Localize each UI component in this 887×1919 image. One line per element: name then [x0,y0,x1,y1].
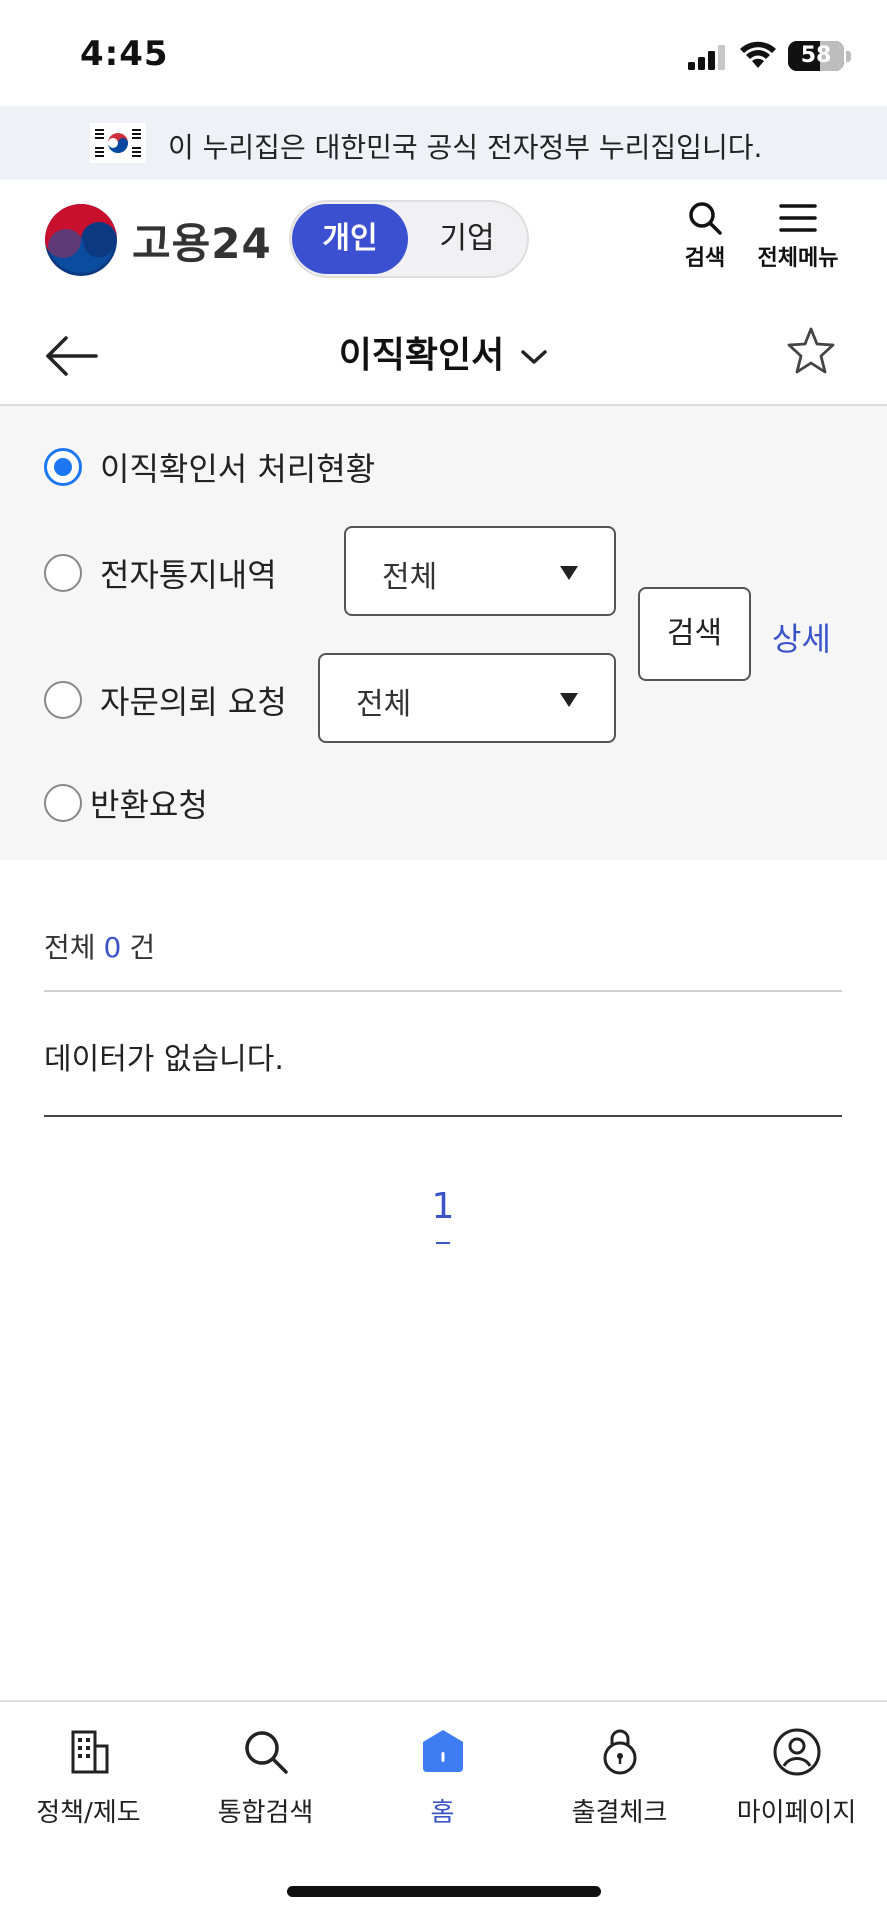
wifi-icon [740,41,776,68]
korean-flag-icon [90,123,146,163]
search-icon [689,202,722,235]
radio-processing-status-label[interactable]: 이직확인서 처리현황 [100,444,375,490]
lock-icon [603,1729,636,1775]
nav-item-mypage[interactable]: 마이페이지 [708,1716,885,1836]
star-icon[interactable] [786,326,836,376]
caret-down-icon [560,566,578,580]
battery-level: 58 [800,43,832,68]
nav-item-search[interactable]: 통합검색 [177,1716,354,1836]
radio-consult-request-label[interactable]: 자문의뢰 요청 [100,677,287,723]
nav-item-policy[interactable]: 정책/제도 [0,1716,177,1836]
search-icon [244,1731,288,1774]
filter-search-button[interactable]: 검색 [638,587,751,681]
header-menu-label: 전체메뉴 [757,246,839,271]
radio-return-request[interactable] [44,784,82,822]
government-emblem-icon[interactable] [44,203,118,277]
result-count-prefix: 전체 [44,931,96,964]
home-icon [422,1730,463,1772]
result-count-number: 0 [103,931,122,964]
site-logo[interactable]: 고용24 [132,210,272,271]
notice-filter-select[interactable]: 전체 [344,526,616,616]
nav-item-attendance[interactable]: 출결체크 [531,1716,708,1836]
cellular-signal-icon [688,45,725,70]
header-menu-button[interactable]: 전체메뉴 [748,200,848,282]
chevron-down-icon [521,350,548,364]
nav-label-attendance: 출결체크 [571,1798,668,1828]
toggle-individual[interactable]: 개인 [292,204,408,274]
radio-electronic-notice[interactable] [44,554,82,592]
result-count: 전체 0 건 [44,926,155,966]
page-title-text: 이직확인서 [338,335,505,376]
home-indicator [287,1886,601,1897]
radio-processing-status[interactable] [44,448,82,486]
radio-consult-request[interactable] [44,681,82,719]
consult-filter-select[interactable]: 전체 [318,653,616,743]
battery-icon: 58 [788,41,844,71]
radio-electronic-notice-label[interactable]: 전자통지내역 [100,550,277,596]
radio-return-request-label[interactable]: 반환요청 [90,780,208,826]
list-bottom-divider [44,1115,842,1117]
header-search-button[interactable]: 검색 [672,200,738,282]
empty-message: 데이터가 없습니다. [44,1042,284,1077]
pagination-page-1[interactable]: 1 [428,1186,458,1227]
battery-cap [846,51,851,62]
building-icon [71,1730,108,1774]
nav-label-search: 통합검색 [217,1798,314,1828]
user-icon [773,1728,820,1776]
pagination-active-indicator [436,1242,450,1244]
page-title[interactable]: 이직확인서 [0,326,887,378]
notice-filter-value: 전체 [382,560,438,595]
consult-filter-value: 전체 [356,687,412,722]
caret-down-icon [560,693,578,707]
gov-banner-text: 이 누리집은 대한민국 공식 전자정부 누리집입니다. [168,131,763,164]
status-time: 4:45 [80,34,169,74]
result-count-suffix: 건 [129,931,156,964]
list-top-divider [44,990,842,992]
nav-label-mypage: 마이페이지 [736,1798,857,1828]
nav-item-home[interactable]: 홈 [354,1716,531,1836]
header-search-label: 검색 [684,246,726,271]
nav-label-home: 홈 [430,1798,455,1828]
detail-search-link[interactable]: 상세 [772,614,831,660]
hamburger-menu-icon [779,204,817,232]
nav-label-policy: 정책/제도 [36,1798,141,1828]
toggle-company[interactable]: 기업 [408,204,526,274]
